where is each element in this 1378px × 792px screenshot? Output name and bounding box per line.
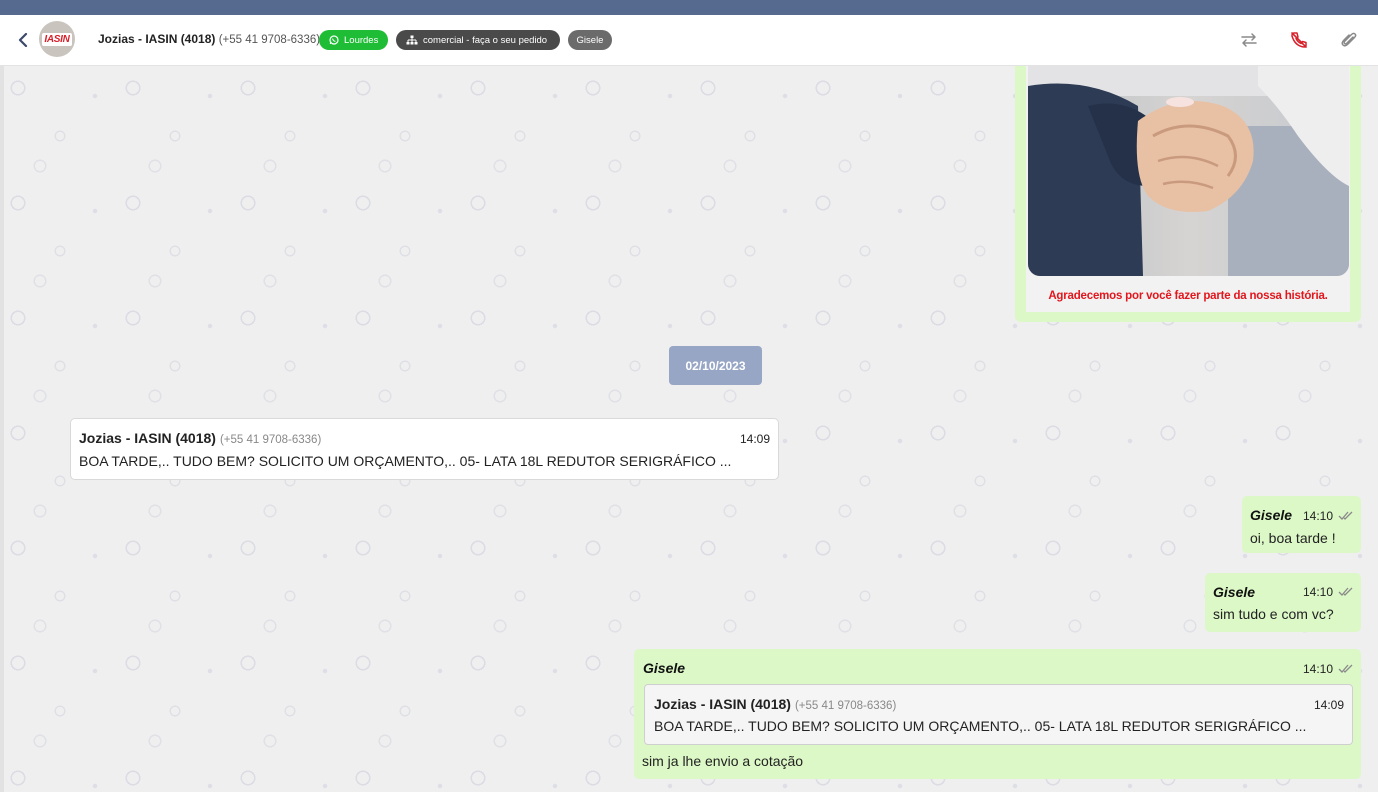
quoted-text: BOA TARDE,.. TUDO BEM? SOLICITO UM ORÇAM… — [654, 718, 1307, 734]
top-accent-bar — [0, 0, 1378, 15]
queue-badge-label: comercial - faça o seu pedido — [423, 34, 548, 46]
quoted-sender-phone: (+55 41 9708-6336) — [794, 700, 897, 712]
quoted-time: 14:09 — [1313, 698, 1344, 712]
date-separator: 02/10/2023 — [669, 346, 762, 385]
image-caption: Agradecemos por você fazer parte da noss… — [1048, 290, 1328, 302]
user-badge: Gisele — [568, 30, 612, 50]
sitemap-icon — [406, 35, 418, 45]
user-badge-label: Gisele — [576, 34, 604, 46]
hangup-button[interactable] — [1288, 29, 1310, 51]
message-sender-name: Jozias - IASIN (4018) — [79, 430, 216, 446]
transfer-arrows-icon — [1241, 33, 1257, 47]
message-sender: Gisele — [1250, 507, 1293, 523]
double-check-icon — [1338, 511, 1353, 520]
transfer-button[interactable] — [1238, 29, 1260, 51]
message-sender: Jozias - IASIN (4018) (+55 41 9708-6336) — [79, 430, 321, 446]
phone-off-icon — [1291, 32, 1307, 48]
handshake-image[interactable] — [1028, 66, 1349, 276]
queue-badge: comercial - faça o seu pedido — [396, 30, 560, 50]
contact-name: Jozias - IASIN (4018) — [98, 32, 216, 46]
incoming-message[interactable]: Jozias - IASIN (4018) (+55 41 9708-6336) … — [70, 418, 779, 480]
message-text: BOA TARDE,.. TUDO BEM? SOLICITO UM ORÇAM… — [79, 453, 732, 469]
quoted-message[interactable]: Jozias - IASIN (4018) (+55 41 9708-6336) … — [644, 684, 1353, 745]
chevron-left-icon — [18, 33, 28, 47]
outgoing-message[interactable]: Gisele 14:10 oi, boa tarde ! — [1242, 496, 1361, 553]
sidebar-edge — [0, 66, 4, 792]
contact-title[interactable]: Jozias - IASIN (4018) (+55 41 9708-6336) — [98, 32, 320, 46]
message-sender: Gisele — [643, 660, 686, 676]
connection-badge-label: Lourdes — [344, 34, 379, 46]
quoted-sender: Jozias - IASIN (4018) (+55 41 9708-6336) — [654, 696, 896, 712]
message-text: sim tudo e com vc? — [1213, 606, 1334, 622]
contact-phone: (+55 41 9708-6336) — [218, 34, 321, 46]
attach-button[interactable] — [1338, 29, 1360, 51]
double-check-icon — [1338, 664, 1353, 673]
paperclip-icon — [1341, 32, 1357, 47]
message-text: sim ja lhe envio a cotação — [642, 753, 804, 769]
message-time: 14:10 — [1303, 662, 1334, 676]
message-sender-phone: (+55 41 9708-6336) — [219, 434, 322, 446]
connection-badge: Lourdes — [319, 30, 388, 50]
whatsapp-icon — [329, 35, 339, 45]
message-time: 14:10 — [1303, 509, 1334, 523]
message-text: oi, boa tarde ! — [1250, 530, 1336, 546]
message-sender: Gisele — [1213, 584, 1256, 600]
message-time: 14:09 — [739, 432, 770, 446]
avatar[interactable]: IASIN — [39, 21, 75, 57]
back-button[interactable] — [13, 29, 33, 51]
quoted-sender-name: Jozias - IASIN (4018) — [654, 696, 791, 712]
double-check-icon — [1338, 587, 1353, 596]
outgoing-message[interactable]: Gisele 14:10 sim tudo e com vc? — [1205, 573, 1361, 632]
message-time: 14:10 — [1303, 585, 1334, 599]
chat-header: IASIN Jozias - IASIN (4018) (+55 41 9708… — [0, 15, 1378, 66]
avatar-logo: IASIN — [42, 32, 72, 46]
